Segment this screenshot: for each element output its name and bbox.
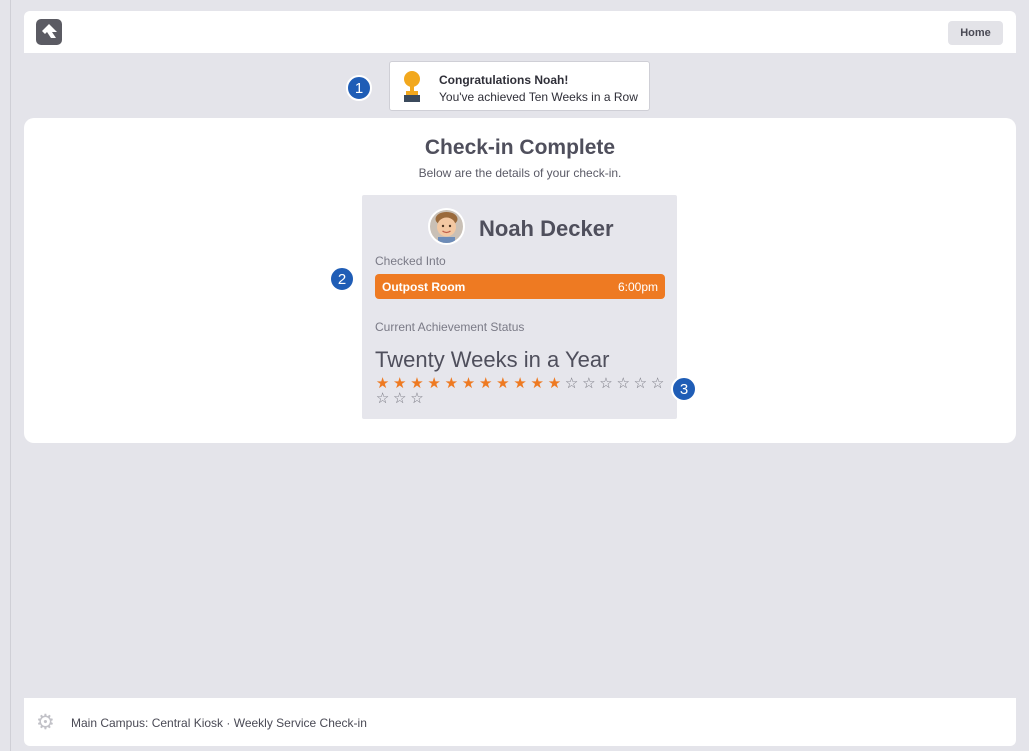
location-bar: Outpost Room 6:00pm (375, 274, 665, 299)
star-filled-icon: ★ (496, 374, 510, 392)
callout-badge-2: 2 (329, 266, 355, 292)
star-empty-icon: ☆ (410, 389, 424, 407)
star-empty-icon: ☆ (599, 374, 613, 392)
star-filled-icon: ★ (444, 374, 459, 392)
star-empty-icon: ☆ (650, 374, 665, 392)
star-filled-icon: ★ (547, 374, 562, 392)
person-panel: Noah Decker Checked Into Outpost Room 6:… (362, 195, 677, 419)
rock-logo-icon[interactable] (36, 19, 62, 45)
location-time: 6:00pm (617, 280, 658, 294)
location-name: Outpost Room (382, 280, 466, 294)
star-filled-icon: ★ (461, 374, 476, 392)
callout-badge-3: 3 (671, 376, 697, 402)
toast-message: You've achieved Ten Weeks in a Row (439, 90, 638, 104)
star-empty-icon: ☆ (393, 389, 407, 407)
star-empty-icon: ☆ (633, 374, 648, 392)
achievement-progress-stars: ★ ★ ★ ★ ★ ★ ★ ★ ★ ★ ★ ☆ ☆ ☆ ☆ ☆ ☆☆ ☆ ☆ (374, 376, 669, 406)
star-filled-icon: ★ (427, 374, 441, 392)
avatar (428, 208, 465, 245)
star-empty-icon: ☆ (582, 374, 596, 392)
kiosk-info: Main Campus: Central Kiosk · Weekly Serv… (71, 716, 367, 730)
star-empty-icon: ☆ (375, 389, 390, 407)
page-title: Check-in Complete (424, 136, 616, 159)
star-filled-icon: ★ (513, 374, 527, 392)
achievement-status-label: Current Achievement Status (375, 320, 525, 334)
star-filled-icon: ★ (478, 374, 493, 392)
checked-into-label: Checked Into (375, 254, 446, 268)
check-in-card: Check-in Complete Below are the details … (24, 118, 1016, 443)
person-name: Noah Decker (479, 216, 614, 241)
top-bar: Home (24, 11, 1016, 53)
achievement-toast: Congratulations Noah! You've achieved Te… (389, 61, 650, 111)
gear-icon[interactable]: ⚙ (36, 712, 55, 733)
page-subtitle: Below are the details of your check-in. (418, 166, 622, 180)
trophy-icon (404, 71, 420, 102)
star-empty-icon: ☆ (616, 374, 630, 392)
toast-title: Congratulations Noah! (439, 73, 569, 87)
home-button[interactable]: Home (948, 21, 1003, 45)
star-filled-icon: ★ (530, 374, 544, 392)
achievement-name: Twenty Weeks in a Year (375, 347, 610, 372)
star-empty-icon: ☆ (564, 374, 579, 392)
callout-badge-1: 1 (346, 75, 372, 101)
footer-bar: ⚙ Main Campus: Central Kiosk · Weekly Se… (24, 698, 1016, 746)
